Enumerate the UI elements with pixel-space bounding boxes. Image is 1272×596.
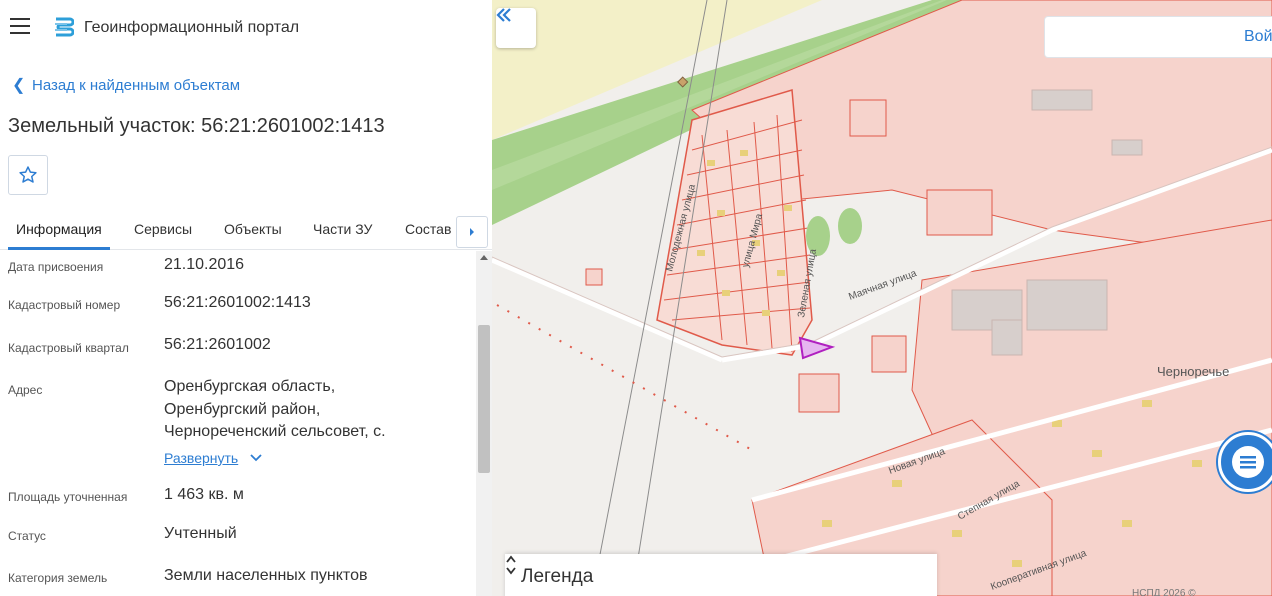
map-parcel-small-1 [585, 268, 603, 286]
chat-button[interactable] [1218, 432, 1272, 492]
prop-value-address-line-3: Чернореченский сельсовет, с. [164, 423, 386, 440]
properties-list: Дата присвоения 21.10.2016 Кадастровый н… [0, 251, 476, 596]
tab-information[interactable]: Информация [16, 221, 102, 237]
page-title: Земельный участок: 56:21:2601002:1413 [8, 115, 385, 137]
map-parcel-small-5 [926, 189, 993, 236]
prop-value-address-line-2: Оренбургский район, [164, 401, 321, 418]
info-panel: Геоинформационный портал ❮ Назад к найде… [0, 0, 492, 596]
prop-value-cadastral-quarter: 56:21:2601002 [164, 336, 271, 353]
tab-services[interactable]: Сервисы [134, 221, 192, 237]
prop-label-area: Площадь уточненная [8, 490, 128, 504]
prop-value-status: Учтенный [164, 525, 237, 542]
prop-label-address: Адрес [8, 383, 43, 397]
map-parcel-small-4 [849, 99, 887, 137]
prop-value-address-line-1: Оренбургская область, [164, 378, 336, 395]
expand-collapse-icon[interactable] [505, 554, 517, 576]
chevron-left-icon: ❮ [12, 77, 26, 94]
map-parcel-small-3 [871, 335, 907, 373]
tab-land-parts[interactable]: Части ЗУ [313, 221, 372, 237]
prop-label-cadastral-number: Кадастровый номер [8, 298, 121, 312]
menu-icon[interactable] [10, 18, 30, 36]
scroll-up-arrow-icon[interactable] [480, 255, 488, 260]
tabs-scroll-right-button[interactable] [456, 216, 488, 248]
back-link-label: Назад к найденным объектам [32, 76, 241, 94]
prop-label-status: Статус [8, 529, 46, 543]
login-button[interactable]: Вой [1044, 16, 1272, 58]
legend-panel[interactable]: Легенда [505, 554, 937, 596]
map-view[interactable]: Молодежная улица улица Мира Зеленая улиц… [492, 0, 1272, 596]
legend-title: Легенда [521, 566, 594, 587]
map-canvas[interactable]: Молодежная улица улица Мира Зеленая улиц… [492, 0, 1272, 596]
prop-value-cadastral-number: 56:21:2601002:1413 [164, 294, 311, 311]
star-icon [19, 166, 37, 183]
double-chevron-left-icon [496, 8, 511, 22]
prop-label-land-category: Категория земель [8, 571, 108, 585]
chevron-down-icon [250, 454, 262, 462]
expand-address-link[interactable]: Развернуть [164, 450, 238, 466]
prop-value-area: 1 463 кв. м [164, 486, 244, 503]
caret-right-icon [470, 228, 474, 236]
collapse-panel-button[interactable] [496, 8, 536, 48]
scrollbar-thumb[interactable] [478, 325, 490, 473]
prop-label-cadastral-quarter: Кадастровый квартал [8, 341, 129, 355]
app-title: Геоинформационный портал [84, 19, 300, 36]
map-field-ellipse-2 [838, 208, 862, 244]
settlement-label: Черноречье [1157, 364, 1229, 379]
tab-bar: Информация Сервисы Объекты Части ЗУ Сост… [0, 208, 492, 250]
back-to-results-link[interactable]: ❮ Назад к найденным объектам [12, 75, 240, 95]
active-tab-indicator [8, 247, 110, 250]
favorite-button[interactable] [8, 155, 48, 195]
login-label: Вой [1244, 28, 1272, 45]
map-copyright: НСПД 2026 © [1132, 588, 1196, 596]
top-bar: Геоинформационный портал [0, 0, 492, 56]
tab-objects[interactable]: Объекты [224, 221, 282, 237]
map-parcel-small-2 [798, 373, 840, 413]
portal-logo-icon [55, 17, 74, 37]
chat-icon [1232, 446, 1264, 478]
tab-composition[interactable]: Состав [405, 221, 451, 237]
prop-value-land-category: Земли населенных пунктов [164, 567, 368, 584]
properties-scrollbar[interactable] [476, 251, 492, 596]
prop-value-date: 21.10.2016 [164, 256, 245, 273]
prop-label-date: Дата присвоения [8, 260, 104, 274]
